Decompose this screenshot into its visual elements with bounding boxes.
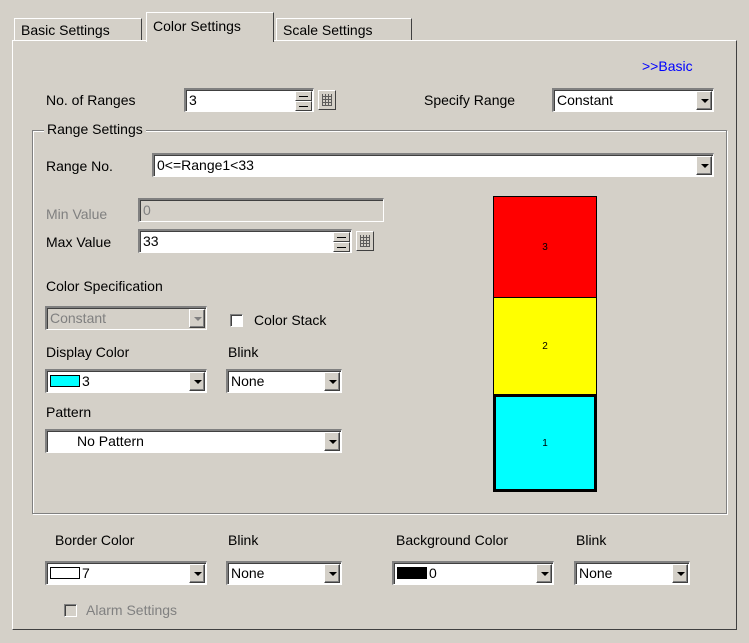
background-blink-value: None (579, 565, 613, 581)
ranges-label: No. of Ranges (46, 92, 136, 108)
basic-link[interactable]: >>Basic (642, 58, 693, 74)
blink-select[interactable]: None (226, 369, 342, 393)
bar-label: 3 (542, 241, 548, 253)
ranges-input[interactable]: 3 (184, 88, 314, 112)
chevron-down-icon[interactable] (189, 372, 205, 391)
border-blink-select[interactable]: None (226, 561, 342, 585)
range-settings-title: Range Settings (44, 121, 146, 137)
display-color-label: Display Color (46, 344, 130, 360)
border-color-value: 7 (82, 565, 90, 581)
specify-range-value: Constant (557, 92, 614, 108)
tab-label: Scale Settings (283, 22, 373, 38)
ranges-spinner[interactable] (295, 91, 312, 111)
min-value: 0 (143, 202, 151, 218)
max-value-spinner[interactable] (333, 232, 350, 252)
tab-label: Basic Settings (21, 22, 110, 38)
background-color-value: 0 (429, 565, 437, 581)
specify-range-label: Specify Range (424, 92, 516, 108)
bar-label: 2 (542, 340, 548, 352)
chevron-down-icon[interactable] (696, 91, 712, 110)
color-swatch (50, 567, 80, 579)
chevron-down-icon[interactable] (536, 564, 552, 583)
border-blink-label: Blink (228, 532, 259, 548)
max-value: 33 (143, 233, 159, 249)
color-swatch (397, 567, 427, 579)
display-color-value: 3 (82, 373, 90, 389)
color-spec-select[interactable]: Constant (45, 306, 207, 330)
border-color-select[interactable]: 7 (45, 561, 207, 585)
ranges-value: 3 (189, 92, 197, 108)
chevron-down-icon[interactable] (189, 309, 205, 328)
color-stack-checkbox[interactable] (230, 314, 243, 327)
background-color-label: Background Color (396, 532, 509, 548)
chevron-down-icon[interactable] (189, 564, 205, 583)
chevron-down-icon[interactable] (672, 564, 688, 583)
range-no-label: Range No. (46, 158, 113, 174)
blink-label: Blink (228, 344, 259, 360)
border-blink-value: None (231, 565, 265, 581)
max-value-input[interactable]: 33 (138, 229, 352, 253)
max-value-label: Max Value (46, 234, 112, 250)
preview-bar-1: 1 (493, 394, 597, 492)
chevron-down-icon[interactable] (324, 372, 340, 391)
blink-value: None (231, 373, 265, 389)
color-stack-label: Color Stack (254, 312, 327, 328)
range-no-select[interactable]: 0<=Range1<33 (152, 153, 714, 177)
background-blink-label: Blink (576, 532, 607, 548)
display-color-select[interactable]: 3 (45, 369, 207, 393)
preview-bar-3: 3 (493, 196, 597, 298)
bar-label: 1 (542, 437, 548, 449)
specify-range-select[interactable]: Constant (552, 88, 714, 112)
alarm-settings-label: Alarm Settings (86, 602, 178, 618)
background-color-select[interactable]: 0 (392, 561, 554, 585)
pattern-value: No Pattern (77, 433, 144, 449)
range-no-value: 0<=Range1<33 (157, 157, 254, 173)
color-spec-value: Constant (50, 310, 107, 326)
color-spec-label: Color Specification (46, 278, 163, 294)
keypad-icon[interactable] (318, 90, 336, 110)
chevron-down-icon[interactable] (324, 564, 340, 583)
tab-color-settings[interactable]: Color Settings (146, 12, 274, 42)
background-blink-select[interactable]: None (574, 561, 690, 585)
tab-basic-settings[interactable]: Basic Settings (14, 18, 142, 40)
preview-bar-2: 2 (493, 297, 597, 395)
pattern-select[interactable]: No Pattern (45, 429, 342, 453)
min-value-label: Min Value (46, 206, 108, 222)
tab-label: Color Settings (153, 18, 241, 34)
min-value-input[interactable]: 0 (138, 198, 384, 222)
tab-scale-settings[interactable]: Scale Settings (276, 18, 412, 40)
chevron-down-icon[interactable] (324, 432, 340, 451)
alarm-settings-checkbox[interactable] (64, 604, 77, 617)
chevron-down-icon[interactable] (696, 156, 712, 175)
keypad-icon[interactable] (356, 231, 374, 251)
color-swatch (50, 375, 80, 387)
pattern-label: Pattern (46, 404, 92, 420)
border-color-label: Border Color (55, 532, 135, 548)
